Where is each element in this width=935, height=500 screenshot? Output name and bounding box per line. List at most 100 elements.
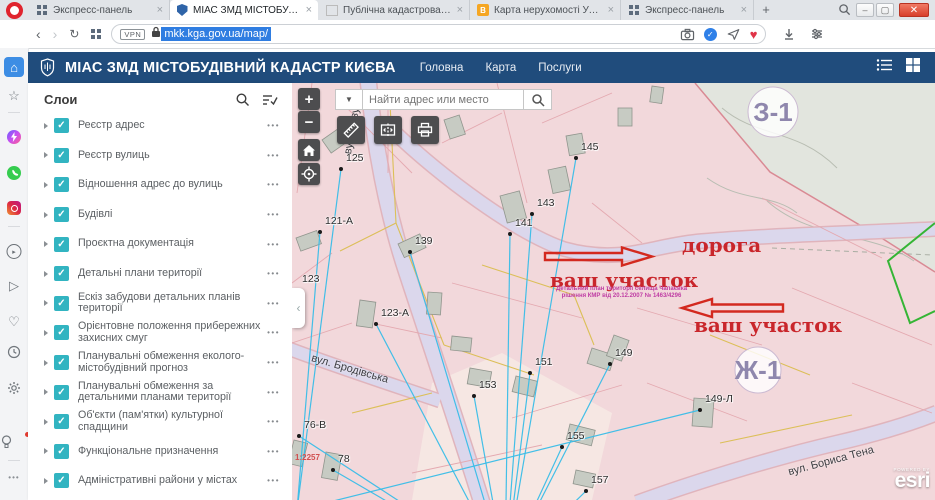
opera-logo-icon[interactable] xyxy=(6,2,23,19)
easy-setup-icon[interactable] xyxy=(810,27,824,41)
send-flow-icon[interactable] xyxy=(726,27,741,41)
layer-row-admin-districts[interactable]: ✓Адміністративні райони у містах••• xyxy=(28,466,292,496)
bookmark-heart-icon[interactable]: ♥ xyxy=(750,28,758,41)
layer-menu-icon[interactable]: ••• xyxy=(267,447,280,456)
verified-badge-icon[interactable]: ✓ xyxy=(704,28,717,41)
layer-checkbox[interactable]: ✓ xyxy=(54,207,69,222)
window-minimize-button[interactable]: – xyxy=(856,3,874,17)
address-bar[interactable]: VPN mkk.kga.gov.ua/map/ ✓ ♥ xyxy=(111,24,766,44)
layer-row-protective-strips[interactable]: ✓Орієнтовне положення прибережних захисн… xyxy=(28,318,292,348)
layer-menu-icon[interactable]: ••• xyxy=(267,388,280,397)
layer-checkbox[interactable]: ✓ xyxy=(54,118,69,133)
layer-row-street-registry[interactable]: ✓Реєстр вулиць••• xyxy=(28,141,292,171)
expand-caret-icon[interactable] xyxy=(44,241,48,247)
layer-checkbox[interactable]: ✓ xyxy=(54,237,69,252)
layer-row-cultural-heritage[interactable]: ✓Об'єкти (пам'ятки) культурної спадщини•… xyxy=(28,407,292,437)
nav-map[interactable]: Карта xyxy=(485,62,516,74)
layer-menu-icon[interactable]: ••• xyxy=(267,121,280,130)
settings-gear-icon[interactable] xyxy=(7,381,21,400)
tab-close-icon[interactable]: × xyxy=(741,5,747,15)
layer-checkbox[interactable]: ✓ xyxy=(54,296,69,311)
layer-checkbox[interactable]: ✓ xyxy=(54,355,69,370)
map-search-button[interactable] xyxy=(524,89,552,110)
tab-close-icon[interactable]: × xyxy=(306,5,312,15)
layer-row-address-registry[interactable]: ✓Реєстр адрес••• xyxy=(28,111,292,141)
layer-row-eco-restrictions[interactable]: ✓Планувальні обмеження еколого-містобуді… xyxy=(28,348,292,378)
expand-caret-icon[interactable] xyxy=(44,330,48,336)
expand-caret-icon[interactable] xyxy=(44,419,48,425)
layer-row-buildings[interactable]: ✓Будівлі••• xyxy=(28,200,292,230)
tab-realty-map[interactable]: B Карта нерухомості України × xyxy=(471,0,621,20)
bookmarks-star-icon[interactable]: ☆ xyxy=(8,89,20,102)
layer-checkbox[interactable]: ✓ xyxy=(54,414,69,429)
new-tab-button[interactable]: + xyxy=(758,2,774,18)
layer-menu-icon[interactable]: ••• xyxy=(267,358,280,367)
speed-dial-home-icon[interactable]: ⌂ xyxy=(4,57,24,77)
tab-mias-cadastre[interactable]: МІАС ЗМД МІСТОБУДІВНИЙ × xyxy=(170,0,318,20)
whatsapp-icon[interactable] xyxy=(7,166,21,180)
tab-express-panel-1[interactable]: Экспресс-панель × xyxy=(30,0,170,20)
expand-caret-icon[interactable] xyxy=(44,300,48,306)
nav-services[interactable]: Послуги xyxy=(538,62,582,74)
window-maximize-button[interactable]: ▢ xyxy=(876,3,894,17)
print-button[interactable] xyxy=(411,116,439,144)
url-text[interactable]: mkk.kga.gov.ua/map/ xyxy=(161,27,271,41)
layer-menu-icon[interactable]: ••• xyxy=(267,269,280,278)
apps-grid-icon[interactable] xyxy=(905,57,921,78)
hints-bulb-icon[interactable] xyxy=(0,434,28,454)
tab-express-panel-2[interactable]: Экспресс-панель × xyxy=(622,0,754,20)
tab-close-icon[interactable]: × xyxy=(157,5,163,15)
download-icon[interactable] xyxy=(782,27,796,41)
back-button[interactable]: ‹ xyxy=(36,26,41,42)
swipe-compare-button[interactable] xyxy=(374,116,402,144)
layers-filter-icon[interactable] xyxy=(262,92,278,107)
layer-menu-icon[interactable]: ••• xyxy=(267,180,280,189)
home-extent-button[interactable] xyxy=(298,139,320,161)
layer-row-functional-purpose[interactable]: ✓Функціональне призначення••• xyxy=(28,437,292,467)
layer-menu-icon[interactable]: ••• xyxy=(267,210,280,219)
panel-collapse-handle[interactable]: ‹ xyxy=(292,288,305,328)
layer-row-project-docs[interactable]: ✓Проєктна документація••• xyxy=(28,229,292,259)
layer-menu-icon[interactable]: ••• xyxy=(267,299,280,308)
personal-news-heart-icon[interactable]: ♡ xyxy=(8,315,20,328)
forward-button[interactable]: › xyxy=(53,26,58,42)
layer-menu-icon[interactable]: ••• xyxy=(267,151,280,160)
vpn-badge[interactable]: VPN xyxy=(120,29,145,40)
layer-menu-icon[interactable]: ••• xyxy=(267,240,280,249)
expand-caret-icon[interactable] xyxy=(44,123,48,129)
layer-row-development-sketch[interactable]: ✓Ескіз забудови детальних планів територ… xyxy=(28,289,292,319)
layer-checkbox[interactable]: ✓ xyxy=(54,385,69,400)
expand-caret-icon[interactable] xyxy=(44,478,48,484)
reload-button[interactable]: ↻ xyxy=(69,27,79,41)
map-search-input[interactable] xyxy=(363,89,524,110)
layer-menu-icon[interactable]: ••• xyxy=(267,476,280,485)
tab-search-icon[interactable] xyxy=(838,3,851,21)
player-icon[interactable]: ▸ xyxy=(7,244,22,259)
layer-menu-icon[interactable]: ••• xyxy=(267,417,280,426)
my-flow-icon[interactable]: ▷ xyxy=(9,279,19,292)
layer-menu-icon[interactable]: ••• xyxy=(267,328,280,337)
expand-caret-icon[interactable] xyxy=(44,360,48,366)
legend-list-icon[interactable] xyxy=(876,58,893,77)
messenger-icon[interactable] xyxy=(7,130,21,144)
nav-home[interactable]: Головна xyxy=(420,62,464,74)
search-dropdown-button[interactable]: ▼ xyxy=(335,89,363,110)
zoom-in-button[interactable]: + xyxy=(298,88,320,110)
instagram-icon[interactable] xyxy=(7,201,21,215)
map-viewport[interactable]: З-1 Ж-1 вул. Лазу вул. Бродівська вул. Б… xyxy=(292,83,935,500)
sidebar-more-icon[interactable]: ••• xyxy=(8,473,19,482)
expand-caret-icon[interactable] xyxy=(44,448,48,454)
measure-ruler-button[interactable] xyxy=(337,116,365,144)
layer-row-plan-restrictions[interactable]: ✓Планувальні обмеження за детальними пла… xyxy=(28,377,292,407)
layer-row-detailed-plans[interactable]: ✓Детальні плани території••• xyxy=(28,259,292,289)
zoom-out-button[interactable]: − xyxy=(298,111,320,133)
layer-checkbox[interactable]: ✓ xyxy=(54,325,69,340)
layer-row-address-street-relation[interactable]: ✓Відношення адрес до вулиць••• xyxy=(28,170,292,200)
expand-caret-icon[interactable] xyxy=(44,152,48,158)
tab-close-icon[interactable]: × xyxy=(457,5,463,15)
layers-search-icon[interactable] xyxy=(235,92,250,107)
speed-dial-button[interactable] xyxy=(91,29,101,39)
tab-public-cadastral-map[interactable]: Публічна кадастрова карта × xyxy=(320,0,470,20)
expand-caret-icon[interactable] xyxy=(44,271,48,277)
tab-close-icon[interactable]: × xyxy=(608,5,614,15)
